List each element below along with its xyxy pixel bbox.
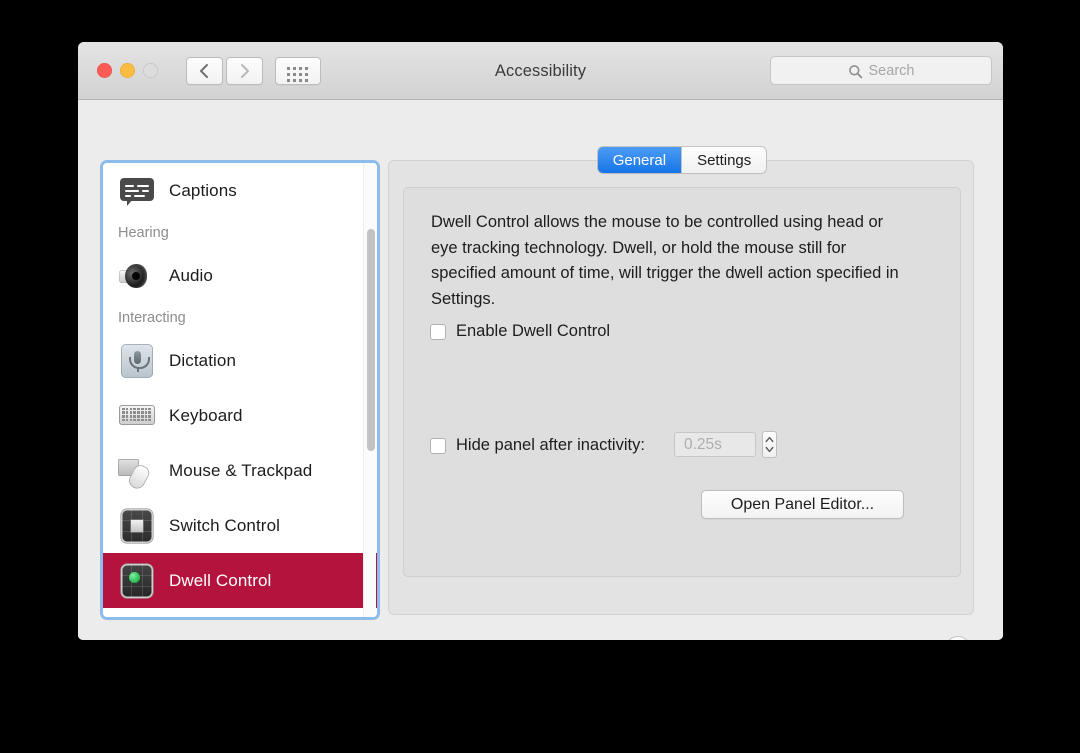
sidebar-item-label: Switch Control bbox=[169, 515, 280, 535]
window-titlebar: Accessibility Search bbox=[78, 42, 1003, 100]
mouse-trackpad-icon bbox=[118, 452, 156, 491]
audio-icon bbox=[118, 257, 156, 295]
sidebar-scrollbar-thumb[interactable] bbox=[367, 229, 375, 451]
sidebar-item-label: Dictation bbox=[169, 350, 237, 370]
show-accessibility-status-label: Show Accessibility status in menu bar bbox=[131, 639, 406, 640]
dictation-icon bbox=[118, 342, 156, 380]
screen: Accessibility Search Captions Hearing Au… bbox=[0, 0, 1080, 753]
window-body: Captions Hearing Audio Interacting Dicta… bbox=[78, 100, 1003, 640]
sidebar-scrollbar[interactable] bbox=[363, 163, 376, 617]
hide-panel-row[interactable]: Hide panel after inactivity: bbox=[430, 436, 645, 455]
show-accessibility-status-row[interactable]: Show Accessibility status in menu bar bbox=[105, 639, 406, 640]
sidebar-item-dictation[interactable]: Dictation bbox=[103, 333, 377, 388]
general-tab-content: Dwell Control allows the mouse to be con… bbox=[403, 187, 961, 577]
sidebar-item-captions[interactable]: Captions bbox=[103, 163, 377, 218]
dwell-control-icon bbox=[118, 562, 156, 600]
help-button[interactable]: ? bbox=[945, 636, 971, 640]
enable-dwell-control-row[interactable]: Enable Dwell Control bbox=[430, 322, 610, 341]
sidebar-item-label: Dwell Control bbox=[169, 570, 272, 590]
sidebar-item-label: Captions bbox=[169, 180, 237, 200]
hide-panel-delay-value: 0.25s bbox=[684, 435, 722, 453]
sidebar-item-keyboard[interactable]: Keyboard bbox=[103, 388, 377, 443]
search-placeholder: Search bbox=[868, 62, 915, 79]
tab-settings[interactable]: Settings bbox=[681, 147, 767, 173]
search-icon bbox=[848, 64, 863, 79]
sidebar-item-label: Keyboard bbox=[169, 405, 243, 425]
open-panel-editor-button[interactable]: Open Panel Editor... bbox=[701, 490, 904, 519]
dwell-control-description: Dwell Control allows the mouse to be con… bbox=[431, 213, 899, 308]
tab-general[interactable]: General bbox=[597, 147, 682, 173]
sidebar-group-hearing: Hearing bbox=[118, 225, 169, 241]
sidebar-group-interacting: Interacting bbox=[118, 310, 186, 326]
stepper-arrows-icon bbox=[765, 436, 774, 453]
sidebar-item-switch-control[interactable]: Switch Control bbox=[103, 498, 377, 553]
switch-control-icon bbox=[118, 507, 156, 545]
search-input[interactable]: Search bbox=[770, 56, 992, 85]
sidebar-scroll-area: Captions Hearing Audio Interacting Dicta… bbox=[103, 163, 377, 617]
system-preferences-window: Accessibility Search Captions Hearing Au… bbox=[78, 42, 1003, 640]
hide-panel-delay-stepper[interactable] bbox=[762, 431, 777, 458]
enable-dwell-control-checkbox[interactable] bbox=[430, 323, 446, 340]
hide-panel-label: Hide panel after inactivity: bbox=[456, 436, 645, 454]
sidebar-items: Captions Hearing Audio Interacting Dicta… bbox=[103, 163, 377, 608]
sidebar-item-mouse-trackpad[interactable]: Mouse & Trackpad bbox=[103, 443, 377, 498]
sidebar-item-label: Audio bbox=[169, 265, 213, 285]
hide-panel-checkbox[interactable] bbox=[430, 437, 446, 454]
keyboard-icon bbox=[118, 397, 156, 435]
enable-dwell-control-label: Enable Dwell Control bbox=[456, 322, 611, 340]
hide-panel-delay-input[interactable]: 0.25s bbox=[674, 432, 756, 457]
sidebar-item-audio[interactable]: Audio bbox=[103, 248, 377, 303]
captions-icon bbox=[118, 172, 156, 210]
sidebar-item-label: Mouse & Trackpad bbox=[169, 460, 313, 480]
dwell-control-panel: General Settings Dwell Control allows th… bbox=[388, 147, 974, 615]
sidebar-item-dwell-control[interactable]: Dwell Control bbox=[103, 553, 377, 608]
tab-bar: General Settings bbox=[389, 147, 975, 173]
accessibility-feature-list[interactable]: Captions Hearing Audio Interacting Dicta… bbox=[100, 160, 380, 620]
